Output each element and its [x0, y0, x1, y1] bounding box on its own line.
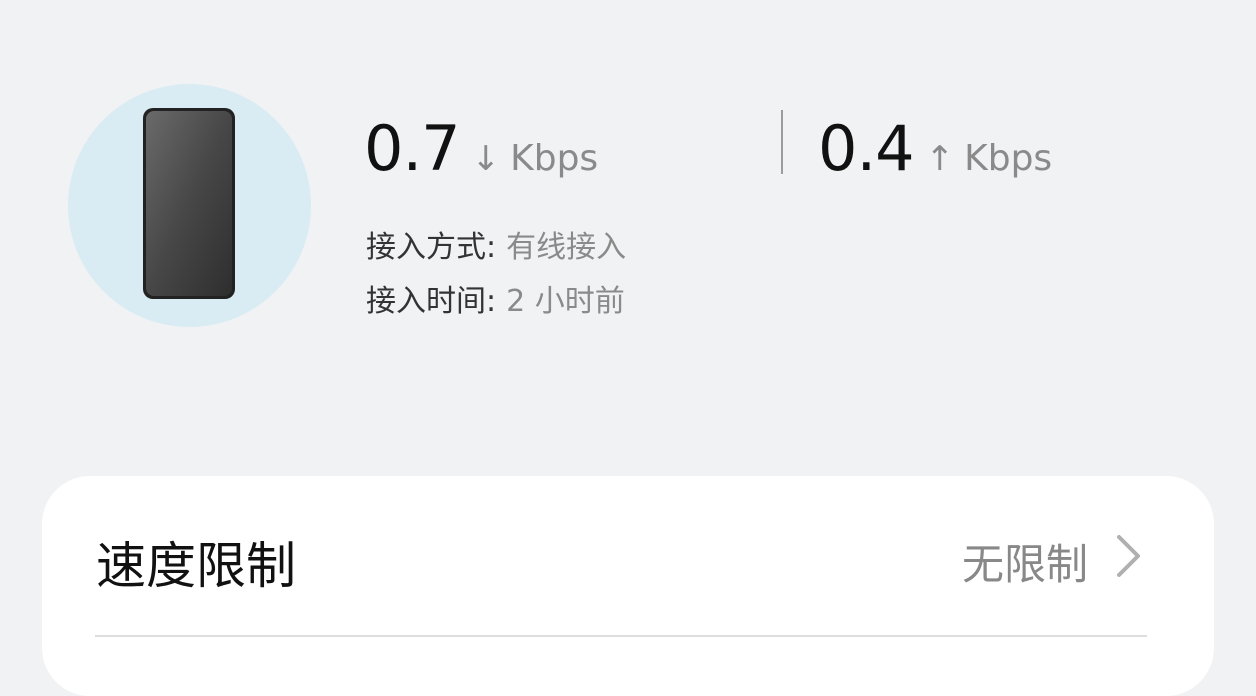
chevron-right-icon — [1117, 535, 1140, 577]
download-arrow-icon: ↓ — [471, 139, 501, 179]
access-method-label: 接入方式: — [366, 230, 497, 265]
upload-arrow-icon: ↑ — [925, 139, 955, 179]
upload-speed: 0.4 ↑ Kbps — [818, 112, 1052, 192]
device-avatar — [68, 84, 311, 327]
speed-limit-row[interactable]: 速度限制 无限制 — [42, 476, 1214, 636]
settings-card: 速度限制 无限制 — [42, 476, 1214, 696]
speed-divider — [781, 110, 783, 174]
download-speed-unit: Kbps — [510, 138, 599, 179]
access-time-value: 2 小时前 — [506, 284, 625, 319]
download-speed-value: 0.7 — [364, 112, 461, 185]
speed-limit-value: 无限制 — [961, 540, 1088, 589]
access-time-label: 接入时间: — [366, 284, 497, 319]
access-method-row: 接入方式: 有线接入 — [366, 222, 626, 266]
download-speed: 0.7 ↓ Kbps — [364, 112, 598, 192]
access-time-row: 接入时间: 2 小时前 — [366, 276, 625, 320]
upload-speed-value: 0.4 — [818, 112, 915, 185]
upload-speed-unit: Kbps — [964, 138, 1053, 179]
smartphone-icon — [143, 108, 235, 299]
speed-limit-title: 速度限制 — [96, 537, 296, 595]
row-divider — [95, 635, 1147, 637]
access-method-value: 有线接入 — [506, 230, 627, 265]
